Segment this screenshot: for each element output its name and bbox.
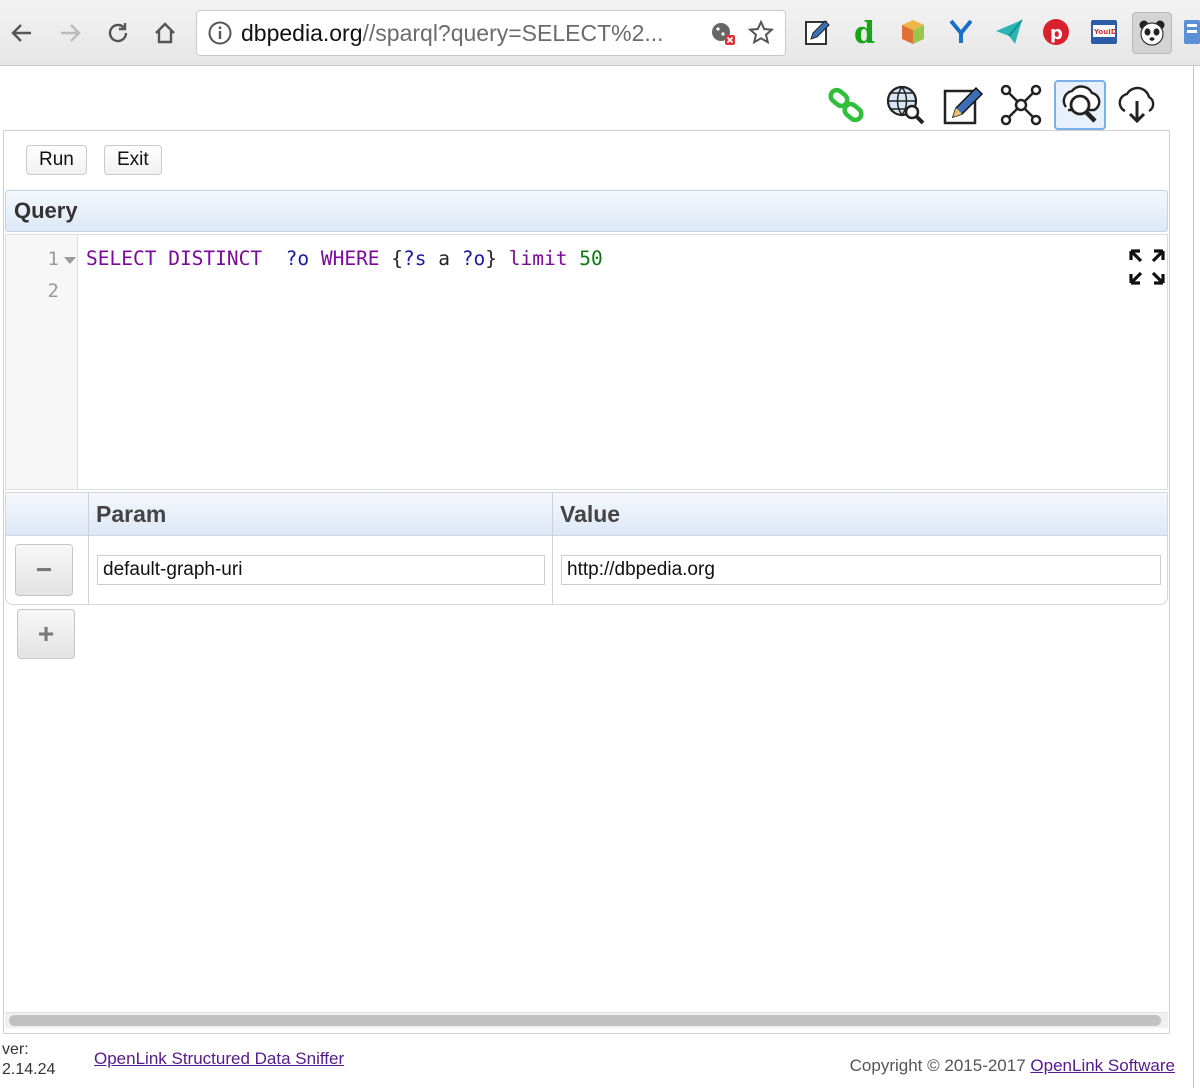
fold-arrow-icon[interactable]: [64, 257, 76, 264]
line-gutter: 1 2: [6, 235, 78, 489]
query-search-icon[interactable]: [1054, 80, 1106, 130]
reload-button[interactable]: [100, 15, 136, 51]
copyright-text: Copyright © 2015-2017 OpenLink Software: [850, 1056, 1175, 1076]
version-label: ver:: [2, 1041, 29, 1058]
query-section-header: Query: [5, 190, 1168, 232]
company-link[interactable]: OpenLink Software: [1030, 1056, 1175, 1075]
code-variable: ?o: [285, 247, 310, 270]
code-keyword: WHERE: [320, 247, 380, 270]
cube-extension-icon[interactable]: [898, 17, 928, 47]
column-divider: [88, 493, 89, 604]
add-param-button[interactable]: +: [17, 609, 75, 659]
url-host: dbpedia.org: [241, 19, 363, 46]
app-link[interactable]: OpenLink Structured Data Sniffer: [94, 1049, 344, 1069]
horizontal-scrollbar[interactable]: [5, 1012, 1168, 1028]
code-keyword: DISTINCT: [168, 247, 263, 270]
panda-sniffer-icon[interactable]: [1132, 12, 1172, 54]
home-button[interactable]: [147, 15, 183, 51]
copyright-label: Copyright © 2015-2017: [849, 1056, 1026, 1075]
bookmark-star-icon[interactable]: [747, 19, 775, 47]
youid-icon[interactable]: YouID: [1089, 17, 1119, 47]
blue-extension-icon[interactable]: [1182, 17, 1200, 47]
forward-button[interactable]: [52, 15, 88, 51]
reload-icon: [108, 23, 128, 43]
version-number: 2.14.24: [2, 1061, 56, 1078]
browser-toolbar: dbpedia.org//sparql?query=SELECT%2... d …: [0, 0, 1200, 66]
edit-icon[interactable]: [940, 82, 986, 128]
code-variable: ?s: [403, 247, 427, 270]
underlying-page-text: [0, 1078, 1194, 1091]
code-variable: ?o: [461, 247, 486, 270]
params-table-header: Param Value: [6, 493, 1167, 536]
paper-plane-icon[interactable]: [994, 17, 1024, 47]
run-button[interactable]: Run: [26, 145, 87, 175]
graph-icon[interactable]: [998, 82, 1044, 128]
line-number: 1: [47, 248, 59, 270]
query-editor[interactable]: 1 2 SELECT DISTINCT ?o WHERE {?s a ?o} l…: [5, 234, 1168, 490]
exit-button[interactable]: Exit: [104, 145, 162, 175]
param-name-input[interactable]: default-graph-uri: [97, 555, 545, 585]
param-value-input[interactable]: http://dbpedia.org: [561, 555, 1161, 585]
pinterest-icon[interactable]: p: [1041, 17, 1071, 47]
edit-note-icon[interactable]: [803, 17, 833, 47]
back-button[interactable]: [4, 15, 40, 51]
params-table: Param Value default-graph-uri http://dbp…: [5, 492, 1168, 605]
value-column-header: Value: [560, 501, 621, 527]
forward-arrow-icon: [61, 24, 81, 42]
globe-search-icon[interactable]: [882, 82, 928, 128]
param-column-header: Param: [96, 501, 167, 527]
info-icon[interactable]: [207, 20, 233, 46]
svg-text:p: p: [1050, 23, 1063, 44]
version-info: ver: 2.14.24: [2, 1040, 55, 1080]
column-divider: [552, 493, 553, 604]
remove-param-button[interactable]: −: [15, 544, 73, 596]
y-extension-icon[interactable]: [946, 17, 976, 47]
fullscreen-expand-icon[interactable]: [1127, 247, 1167, 287]
home-icon: [155, 22, 175, 44]
d-extension-icon[interactable]: d: [851, 17, 881, 47]
query-code-line[interactable]: SELECT DISTINCT ?o WHERE {?s a ?o} limit…: [86, 247, 603, 270]
code-keyword: SELECT: [86, 247, 157, 270]
svg-text:d: d: [854, 17, 875, 47]
blocked-cookie-icon[interactable]: [709, 19, 737, 47]
code-brace: }: [485, 247, 498, 270]
url-text: dbpedia.org//sparql?query=SELECT%2...: [241, 20, 709, 47]
back-arrow-icon: [11, 24, 31, 42]
scrollbar-thumb[interactable]: [9, 1015, 1161, 1026]
code-a-keyword: a: [438, 247, 451, 270]
code-brace: {: [391, 247, 404, 270]
svg-text:YouID: YouID: [1093, 28, 1117, 36]
code-keyword: limit: [508, 247, 568, 270]
address-bar[interactable]: dbpedia.org//sparql?query=SELECT%2...: [196, 10, 786, 56]
code-number: 50: [579, 247, 603, 270]
cloud-download-icon[interactable]: [1114, 82, 1160, 128]
line-number: 2: [47, 280, 59, 302]
url-path: //sparql?query=SELECT%2...: [362, 19, 664, 46]
link-icon[interactable]: [824, 82, 870, 128]
